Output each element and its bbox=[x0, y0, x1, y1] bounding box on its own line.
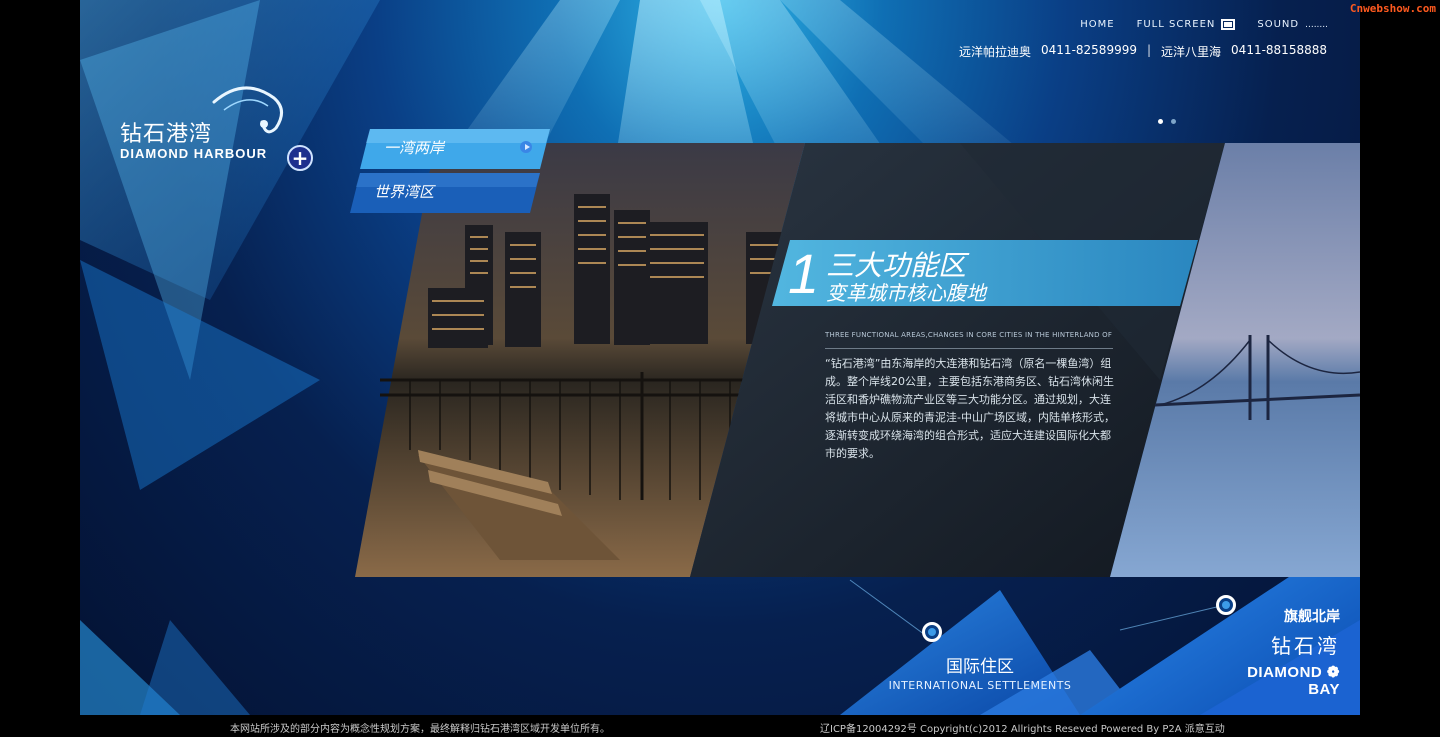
logo-english-name: DIAMOND HARBOUR bbox=[120, 146, 268, 161]
footer-disclaimer: 本网站所涉及的部分内容为概念性规划方案，最终解释归钻石港湾区域开发单位所有。 bbox=[230, 724, 610, 735]
top-navigation: HOME FULL SCREEN SOUND ........ bbox=[1080, 19, 1328, 30]
phone-2-name: 远洋八里海 bbox=[1161, 45, 1222, 59]
intl-settlements-link[interactable]: 国际住区 INTERNATIONAL SETTLEMENTS bbox=[870, 652, 1090, 692]
diamond-bay-link[interactable]: 旗舰北岸 钻石湾 DIAMOND ❁ BAY bbox=[1220, 606, 1340, 698]
footer-copyright: 辽ICP备12004292号 Copyright(c)2012 Allright… bbox=[820, 724, 1225, 735]
site-logo[interactable]: 钻石港湾 DIAMOND HARBOUR bbox=[120, 82, 300, 172]
feature-number: 1 bbox=[788, 242, 820, 305]
nav-home-link[interactable]: HOME bbox=[1080, 19, 1114, 30]
plus-icon: + bbox=[291, 146, 309, 170]
nav-fullscreen-label: FULL SCREEN bbox=[1136, 19, 1216, 30]
phone-2-number: 0411-88158888 bbox=[1231, 43, 1327, 57]
pager-dot-2[interactable] bbox=[1171, 119, 1176, 124]
phone-1-name: 远洋帕拉迪奥 bbox=[959, 45, 1032, 59]
page-footer: 本网站所涉及的部分内容为概念性规划方案，最终解释归钻石港湾区域开发单位所有。 辽… bbox=[0, 715, 1440, 737]
contact-phones: 远洋帕拉迪奥 0411-82589999 | 远洋八里海 0411-881588… bbox=[959, 43, 1327, 60]
caption-divider bbox=[825, 348, 1113, 349]
fullscreen-icon bbox=[1221, 19, 1236, 30]
menu-item-label: 世界湾区 bbox=[374, 182, 435, 201]
intl-settlements-cn: 国际住区 bbox=[946, 657, 1014, 677]
feature-headline: 1 三大功能区 变革城市核心腹地 bbox=[768, 240, 1198, 306]
sound-level-icon: ........ bbox=[1305, 19, 1328, 30]
expand-plus-button[interactable]: + bbox=[287, 145, 313, 171]
nav-sound-toggle[interactable]: SOUND ........ bbox=[1257, 19, 1328, 30]
logo-swirl-icon bbox=[212, 86, 283, 134]
logo-chinese-name: 钻石港湾 bbox=[120, 122, 213, 147]
play-icon bbox=[520, 141, 532, 153]
feature-description: “钻石港湾”由东海岸的大连港和钻石湾（原名一棵鱼湾）组成。整个岸线20公里，主要… bbox=[825, 357, 1115, 460]
diamond-bay-tagline: 旗舰北岸 bbox=[1284, 609, 1340, 625]
menu-item-shijie-wanqu[interactable]: 世界湾区 bbox=[350, 173, 540, 213]
slide-pager bbox=[1158, 119, 1176, 124]
feature-subtitle: 变革城市核心腹地 bbox=[826, 281, 986, 305]
phone-separator: | bbox=[1146, 43, 1152, 57]
menu-item-yiwan-liangan[interactable]: 一湾两岸 bbox=[360, 129, 550, 169]
nav-fullscreen-button[interactable]: FULL SCREEN bbox=[1137, 19, 1236, 30]
phone-1-number: 0411-82589999 bbox=[1041, 43, 1137, 57]
diamond-bay-en: DIAMOND ❁ BAY bbox=[1247, 664, 1340, 698]
menu-item-label: 一湾两岸 bbox=[384, 138, 445, 157]
intl-settlements-en: INTERNATIONAL SETTLEMENTS bbox=[888, 679, 1072, 692]
main-stage: 钻石港湾 DIAMOND HARBOUR + 一湾两岸 世界湾区 1 三大功能区… bbox=[80, 0, 1360, 715]
intl-settlements-node[interactable] bbox=[922, 622, 942, 642]
nav-sound-label: SOUND bbox=[1257, 19, 1300, 30]
pager-dot-1[interactable] bbox=[1158, 119, 1163, 124]
diamond-bay-cn: 钻石湾 bbox=[1271, 634, 1340, 658]
watermark-text: Cnwebshow.com bbox=[1349, 2, 1436, 15]
feature-english-caption: THREE FUNCTIONAL AREAS,CHANGES IN CORE C… bbox=[825, 331, 1113, 339]
